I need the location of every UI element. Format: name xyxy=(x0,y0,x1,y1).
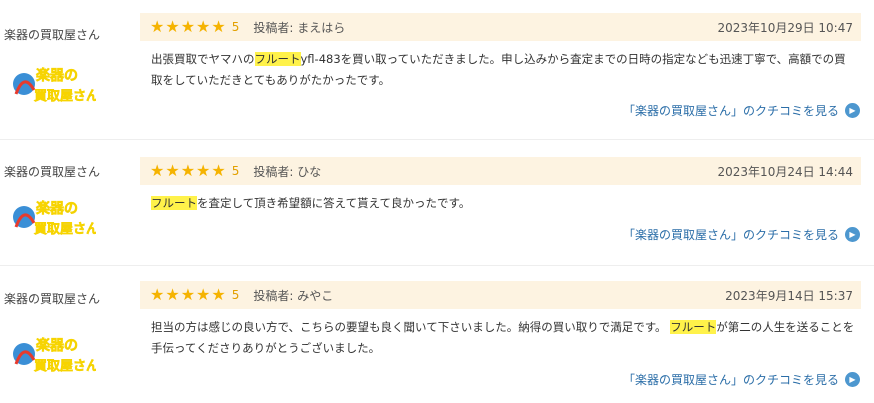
shop-name[interactable]: 楽器の買取屋さん xyxy=(4,26,100,43)
logo-text-2: 買取屋さん xyxy=(34,222,96,237)
star-icon: ★ xyxy=(150,161,165,180)
star-icon: ★ xyxy=(150,285,165,304)
star-rating: ★ ★ ★ ★ ★ xyxy=(150,163,226,179)
rating-score: 5 xyxy=(231,288,240,302)
keyword-highlight: フルート xyxy=(670,320,717,334)
keyword-highlight: フルート xyxy=(151,196,197,210)
play-circle-icon[interactable]: ▶ xyxy=(845,227,860,242)
rating-score: 5 xyxy=(231,164,240,178)
logo-text-1: 楽器の xyxy=(35,67,78,84)
poster-name: 投稿者: みやこ xyxy=(253,288,334,303)
logo-text-2: 買取屋さん xyxy=(34,359,96,374)
star-rating: ★ ★ ★ ★ ★ xyxy=(150,19,226,35)
star-icon: ★ xyxy=(196,17,211,36)
review-header: ★ ★ ★ ★ ★ 5 投稿者: みやこ 2023年9月14日 15:37 xyxy=(140,281,861,309)
star-icon: ★ xyxy=(211,161,226,180)
logo-text-2: 買取屋さん xyxy=(34,89,96,104)
see-reviews-link[interactable]: 「楽器の買取屋さん」のクチコミを見る ▶ xyxy=(623,226,860,243)
star-icon: ★ xyxy=(180,161,196,180)
see-reviews-link[interactable]: 「楽器の買取屋さん」のクチコミを見る ▶ xyxy=(623,102,860,119)
star-icon: ★ xyxy=(165,17,180,36)
see-reviews-link[interactable]: 「楽器の買取屋さん」のクチコミを見る ▶ xyxy=(623,371,860,388)
shop-logo[interactable]: 楽器の 買取屋さん xyxy=(10,330,96,378)
review-header: ★ ★ ★ ★ ★ 5 投稿者: ひな 2023年10月24日 14:44 xyxy=(140,157,861,185)
review-text-part: を査定して頂き希望額に答えて貰えて良かったです。 xyxy=(197,196,471,210)
see-reviews-label[interactable]: 「楽器の買取屋さん」のクチコミを見る xyxy=(623,226,839,243)
poster-name: 投稿者: ひな xyxy=(253,164,322,179)
star-rating: ★ ★ ★ ★ ★ xyxy=(150,287,226,303)
see-reviews-label[interactable]: 「楽器の買取屋さん」のクチコミを見る xyxy=(623,102,839,119)
review-text: フルートを査定して頂き希望額に答えて貰えて良かったです。 xyxy=(151,193,856,214)
shop-logo[interactable]: 楽器の 買取屋さん xyxy=(10,193,96,241)
play-circle-icon[interactable]: ▶ xyxy=(845,103,860,118)
logo-text-1: 楽器の xyxy=(35,337,78,354)
review-date: 2023年10月29日 10:47 xyxy=(717,20,853,35)
divider xyxy=(0,265,874,266)
divider xyxy=(0,139,874,140)
star-icon: ★ xyxy=(180,17,196,36)
star-icon: ★ xyxy=(196,161,211,180)
see-reviews-label[interactable]: 「楽器の買取屋さん」のクチコミを見る xyxy=(623,371,839,388)
play-circle-icon[interactable]: ▶ xyxy=(845,372,860,387)
keyword-highlight: フルート xyxy=(254,52,301,66)
star-icon: ★ xyxy=(180,285,196,304)
review-text-part: 担当の方は感じの良い方で、こちらの要望も良く聞いて下さいました。納得の買い取りで… xyxy=(151,320,671,334)
review-text: 出張買取でヤマハのフルートyfl-483を買い取っていただきました。申し込みから… xyxy=(151,49,856,91)
poster-name: 投稿者: まえはら xyxy=(253,20,346,35)
rating-score: 5 xyxy=(231,20,240,34)
star-icon: ★ xyxy=(165,161,180,180)
shop-name[interactable]: 楽器の買取屋さん xyxy=(4,163,100,180)
star-icon: ★ xyxy=(150,17,165,36)
review-text: 担当の方は感じの良い方で、こちらの要望も良く聞いて下さいました。納得の買い取りで… xyxy=(151,317,856,359)
shop-name[interactable]: 楽器の買取屋さん xyxy=(4,290,100,307)
star-icon: ★ xyxy=(196,285,211,304)
star-icon: ★ xyxy=(165,285,180,304)
review-date: 2023年10月24日 14:44 xyxy=(717,164,853,179)
review-header: ★ ★ ★ ★ ★ 5 投稿者: まえはら 2023年10月29日 10:47 xyxy=(140,13,861,41)
star-icon: ★ xyxy=(211,285,226,304)
logo-text-1: 楽器の xyxy=(35,200,78,217)
star-icon: ★ xyxy=(211,17,226,36)
review-text-part: 出張買取でヤマハの xyxy=(151,52,255,66)
shop-logo[interactable]: 楽器の 買取屋さん xyxy=(10,60,96,108)
review-date: 2023年9月14日 15:37 xyxy=(725,288,853,303)
